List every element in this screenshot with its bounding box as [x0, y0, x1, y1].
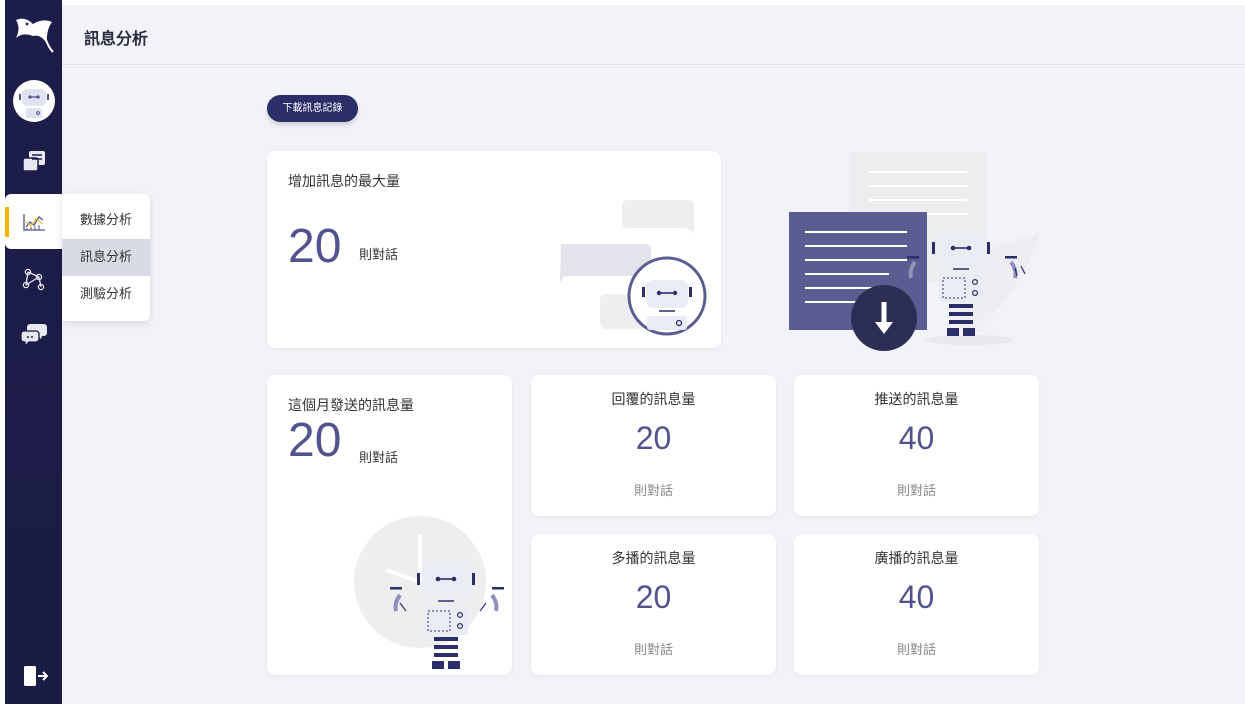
card-title: 推送的訊息量: [874, 392, 959, 408]
multicast-messages-card: 多播的訊息量 20 則對話: [531, 534, 776, 675]
clock-robot-illustration: [354, 516, 504, 669]
messages-icon[interactable]: [19, 148, 49, 176]
push-messages-card: 推送的訊息量 40 則對話: [794, 375, 1039, 516]
network-icon[interactable]: [19, 265, 49, 293]
stat-value: 40: [898, 420, 935, 456]
chat-bubbles-icon[interactable]: [19, 321, 49, 349]
analytics-submenu: 數據分析 訊息分析 測驗分析: [62, 194, 150, 321]
chat-robot-illustration: [560, 200, 707, 336]
broadcast-messages-card: 廣播的訊息量 40 則對話: [794, 534, 1039, 675]
stat-unit: 則對話: [896, 643, 936, 658]
monthly-messages-unit: 則對話: [359, 451, 399, 466]
card-title: 增加訊息的最大量: [288, 174, 400, 190]
card-title: 廣播的訊息量: [874, 551, 959, 567]
stat-unit: 則對話: [896, 484, 936, 499]
chart-icon[interactable]: [19, 208, 49, 236]
page-header: 訊息分析: [62, 5, 1245, 65]
stat-unit: 則對話: [633, 643, 673, 658]
card-title: 回覆的訊息量: [611, 392, 696, 408]
max-messages-unit: 則對話: [359, 248, 399, 263]
replied-messages-card: 回覆的訊息量 20 則對話: [531, 375, 776, 516]
robot-avatar-icon[interactable]: [13, 80, 55, 122]
page-title: 訊息分析: [84, 29, 149, 48]
stat-unit: 則對話: [633, 484, 673, 499]
manta-ray-logo[interactable]: [13, 14, 55, 54]
monthly-messages-value: 20: [288, 414, 342, 467]
download-document-illustration: [789, 152, 1039, 351]
card-title: 多播的訊息量: [611, 551, 696, 567]
submenu-item-quiz-analysis[interactable]: 測驗分析: [62, 276, 150, 313]
monthly-messages-card: 這個月發送的訊息量 20 則對話: [267, 375, 512, 675]
active-indicator: [5, 207, 9, 237]
stat-value: 20: [635, 420, 672, 456]
submenu-item-message-analysis[interactable]: 訊息分析: [62, 239, 150, 276]
card-title: 這個月發送的訊息量: [288, 398, 414, 414]
max-messages-value: 20: [288, 220, 342, 273]
stat-value: 40: [898, 579, 935, 615]
stat-value: 20: [635, 579, 672, 615]
logout-icon[interactable]: [22, 664, 48, 688]
submenu-item-data-analysis[interactable]: 數據分析: [62, 202, 150, 239]
sidebar: [5, 0, 75, 704]
download-records-button[interactable]: 下載訊息記錄: [267, 95, 358, 122]
max-messages-card: 增加訊息的最大量 20 則對話: [267, 151, 721, 348]
